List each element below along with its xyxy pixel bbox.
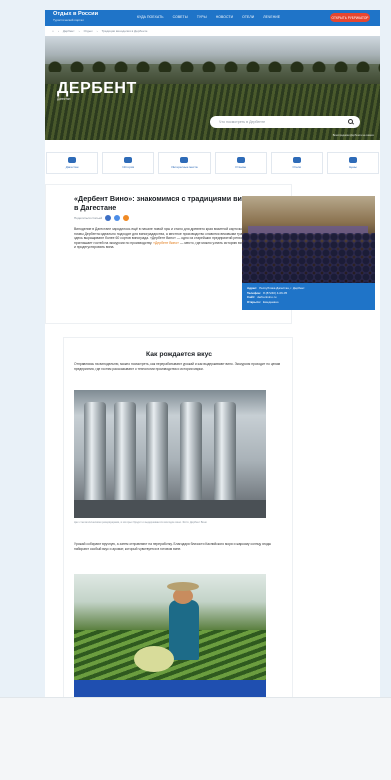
winery-photo (242, 196, 375, 283)
info-label: Адрес: (247, 286, 258, 290)
hero-search-input[interactable]: Что посмотреть в Дербенте (210, 116, 360, 128)
search-placeholder: Что посмотреть в Дербенте (219, 120, 266, 124)
category-item[interactable]: Дагестан (46, 152, 99, 174)
review-icon (236, 157, 245, 163)
nav-item[interactable]: Советы (173, 15, 188, 19)
breadcrumb-item[interactable]: Дербент (63, 29, 75, 33)
photo-tank (84, 402, 106, 502)
category-label: Интересные места (171, 165, 198, 169)
breadcrumb-item[interactable]: Отдых (84, 29, 93, 33)
category-label: Отзывы (235, 165, 247, 169)
info-hours: Открыто: Ежедневно (247, 300, 370, 305)
photo-tank (146, 402, 168, 502)
site-header: Отдых в России Туристический портал Куда… (45, 10, 380, 26)
winery-tanks-photo (74, 390, 266, 518)
photo-tank (114, 402, 136, 502)
share-telegram-icon[interactable] (114, 215, 121, 221)
category-item[interactable]: История (102, 152, 155, 174)
photo-floor (74, 500, 266, 518)
harvest-photo (74, 574, 266, 700)
share-bar: Поделиться статьей (74, 215, 130, 221)
photo-grapes (134, 646, 174, 672)
photo-grapes (242, 233, 375, 283)
share-vk-icon[interactable] (105, 215, 112, 221)
main-nav: Куда поехать Советы Туры Новости Отели Л… (137, 15, 280, 19)
hero-title: ДЕРБЕНТ (57, 80, 137, 97)
winery-info-box: Адрес: Республика Дагестан, г. Дербент Те… (242, 283, 375, 310)
hero-caption: Виноградники Дербента на закате (332, 134, 374, 137)
page: Отдых в России Туристический портал Куда… (0, 0, 391, 780)
category-item[interactable]: Отзывы (214, 152, 267, 174)
page-footer-strip (0, 697, 391, 780)
category-item[interactable]: Цены (326, 152, 380, 174)
category-bar: Дагестан История Интересные места Отзывы… (45, 152, 380, 174)
breadcrumb-separator-icon: › (78, 29, 80, 33)
breadcrumb-item-current: Традиции виноделия в Дербенте (101, 29, 148, 33)
nav-item[interactable]: Лечение (263, 15, 280, 19)
photo-hat (167, 582, 199, 591)
site-logo[interactable]: Отдых в России Туристический портал (53, 11, 98, 22)
info-value: Ежедневно (262, 299, 279, 304)
hero-subtitle: Дагестан (57, 97, 71, 101)
breadcrumb-separator-icon: › (57, 29, 59, 33)
photo-caption: Цех с металлическими резервуарами, в кот… (74, 521, 207, 524)
hero-title-block: ДЕРБЕНТ Дагестан (57, 80, 137, 102)
price-icon (348, 157, 357, 163)
history-icon (124, 157, 133, 163)
category-label: Отели (292, 165, 302, 169)
nav-item[interactable]: Куда поехать (137, 15, 164, 19)
logo-subtitle: Туристический портал (53, 17, 84, 22)
category-label: История (122, 165, 135, 169)
info-label: Открыто: (247, 299, 261, 304)
photo-tank (180, 402, 202, 502)
breadcrumb-separator-icon: › (96, 29, 98, 33)
share-ok-icon[interactable] (123, 215, 130, 221)
landmark-icon (180, 157, 189, 163)
nav-item[interactable]: Отели (242, 15, 254, 19)
hotel-icon (292, 157, 301, 163)
rubricator-button[interactable]: Открыть рубрикатор (330, 13, 370, 22)
nav-item[interactable]: Новости (216, 15, 233, 19)
share-label: Поделиться статьей (74, 216, 103, 220)
search-icon[interactable] (348, 119, 353, 124)
section-title: Как рождается вкус (146, 351, 212, 358)
category-label: Дагестан (65, 165, 79, 169)
nav-item[interactable]: Туры (197, 15, 207, 19)
paragraph: Отправляясь на винодельню, можно посмотр… (74, 362, 281, 371)
photo-tank (214, 402, 236, 502)
info-label: Телефон: (247, 290, 262, 295)
info-value: Республика Дагестан, г. Дербент (259, 286, 305, 290)
photo-person (169, 600, 199, 660)
hero-banner: ДЕРБЕНТ Дагестан Что посмотреть в Дербен… (45, 36, 380, 140)
category-item[interactable]: Интересные места (158, 152, 211, 174)
home-icon[interactable]: ⌂ (52, 29, 54, 33)
mountain-icon (68, 157, 77, 163)
breadcrumb: ⌂ › Дербент › Отдых › Традиции виноделия… (52, 29, 147, 33)
intro-link[interactable]: «Дербент Вино» (153, 241, 179, 245)
info-value[interactable]: 8 (87240) 4-06-05 (263, 291, 287, 295)
hero-trees (45, 60, 380, 72)
paragraph: Урожай собирают вручную, а затем отправл… (74, 542, 272, 551)
info-label: Сайт: (247, 295, 256, 300)
category-label: Цены (349, 165, 357, 169)
category-item[interactable]: Отели (270, 152, 323, 174)
info-value[interactable]: derbentvino.ru (257, 295, 276, 299)
